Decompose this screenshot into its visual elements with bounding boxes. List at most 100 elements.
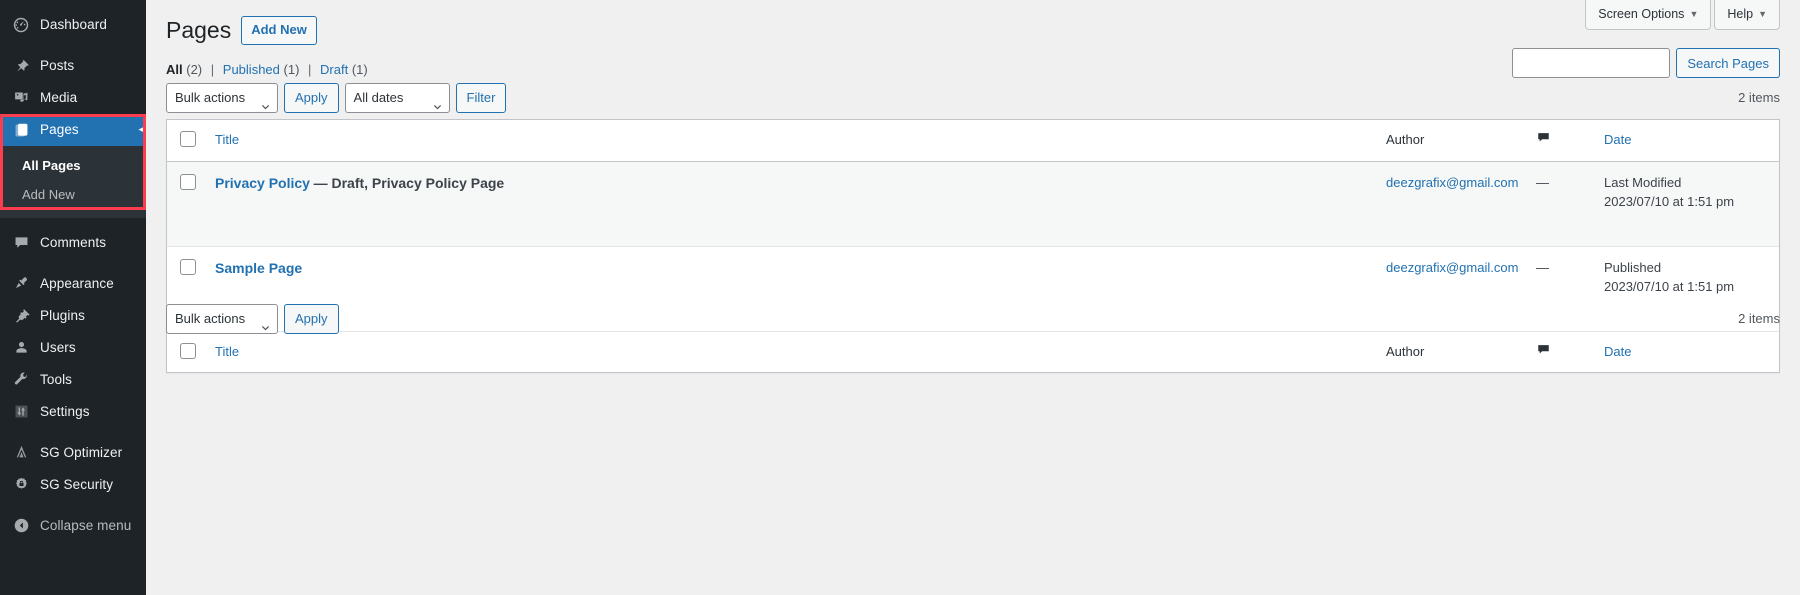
chevron-down-icon: [433, 94, 442, 110]
sidebar-item-plugins[interactable]: Plugins: [0, 300, 146, 332]
user-icon: [11, 338, 31, 358]
column-header-comments: [1526, 120, 1594, 161]
chevron-down-icon: ▼: [1758, 8, 1767, 19]
row-author-cell: deezgrafix@gmail.com: [1376, 161, 1526, 246]
sidebar-item-label: Dashboard: [40, 17, 107, 33]
date-status: Last Modified: [1604, 174, 1682, 190]
status-filter-links: All (2) | Published (1) | Draft (1): [166, 60, 368, 80]
items-count-bottom: 2 items: [1738, 311, 1780, 326]
row-checkbox[interactable]: [180, 173, 196, 190]
sidebar-item-users[interactable]: Users: [0, 332, 146, 364]
column-header-title: Title: [205, 120, 1376, 161]
date-filter-select[interactable]: All dates: [344, 83, 450, 113]
filter-separator: |: [308, 62, 312, 77]
date-filter-label: All dates: [353, 90, 404, 105]
filter-link-draft[interactable]: Draft: [320, 62, 348, 77]
column-footer-title: Title: [205, 331, 1376, 372]
filter-link-published[interactable]: Published: [223, 62, 280, 77]
sidebar-item-tools[interactable]: Tools: [0, 364, 146, 396]
main-content: Screen Options ▼ Help ▼ Pages Add New Al…: [146, 0, 1800, 595]
sort-link-title[interactable]: Title: [215, 132, 239, 147]
bulk-actions-select-bottom[interactable]: Bulk actions: [166, 304, 278, 334]
menu-separator-5: [0, 501, 146, 510]
help-button[interactable]: Help ▼: [1714, 0, 1780, 30]
tablenav-top-actions: Bulk actions Apply All dates Filter: [166, 83, 507, 113]
sort-link-date-footer[interactable]: Date: [1604, 344, 1631, 359]
screen-options-button[interactable]: Screen Options ▼: [1585, 0, 1712, 30]
table-head: Title Author Date: [167, 120, 1779, 161]
sidebar-item-sg-optimizer[interactable]: SG Optimizer: [0, 437, 146, 469]
page-title-link[interactable]: Privacy Policy: [215, 175, 310, 191]
sidebar-item-pages[interactable]: Pages ◂: [0, 114, 146, 146]
sidebar-item-label: Media: [40, 90, 78, 106]
chevron-down-icon: [261, 315, 270, 331]
select-all-checkbox-top[interactable]: [180, 131, 196, 147]
menu-separator-3: [0, 259, 146, 268]
row-date-cell: Last Modified 2023/07/10 at 1:51 pm: [1594, 161, 1779, 246]
tablenav-bottom-actions: Bulk actions Apply: [166, 304, 339, 334]
sg-optimizer-icon: [11, 443, 31, 463]
collapse-menu-label: Collapse menu: [40, 518, 132, 534]
sort-link-date[interactable]: Date: [1604, 132, 1631, 147]
sidebar-item-label: Appearance: [40, 276, 114, 292]
row-title-cell: Privacy Policy — Draft, Privacy Policy P…: [205, 161, 1376, 246]
sidebar-item-label: SG Optimizer: [40, 445, 123, 461]
post-state-label: — Draft, Privacy Policy Page: [313, 174, 505, 191]
date-value: 2023/07/10 at 1:51 pm: [1604, 279, 1735, 294]
sidebar-item-comments[interactable]: Comments: [0, 227, 146, 259]
sidebar-item-settings[interactable]: Settings: [0, 396, 146, 428]
plug-icon: [11, 306, 31, 326]
table-row: Privacy Policy — Draft, Privacy Policy P…: [167, 161, 1779, 246]
sidebar-item-sg-security[interactable]: SG Security: [0, 469, 146, 501]
page-header: Pages Add New: [166, 16, 317, 46]
collapse-arrow-icon: [11, 516, 31, 536]
search-box: Search Pages: [1512, 48, 1780, 78]
sidebar-item-posts[interactable]: Posts: [0, 50, 146, 82]
add-new-button[interactable]: Add New: [241, 16, 317, 46]
column-header-date: Date: [1594, 120, 1779, 161]
search-input[interactable]: [1512, 48, 1671, 78]
select-all-header: [167, 120, 205, 161]
sidebar-item-label: Comments: [40, 235, 107, 251]
sidebar-item-dashboard[interactable]: Dashboard: [0, 9, 146, 41]
filter-count-draft: (1): [351, 62, 368, 77]
filter-separator: |: [210, 62, 215, 77]
bulk-actions-select-top[interactable]: Bulk actions: [166, 83, 278, 113]
filter-count-all: (2): [186, 62, 203, 77]
author-link[interactable]: deezgrafix@gmail.com: [1386, 175, 1518, 190]
sidebar-item-appearance[interactable]: Appearance: [0, 268, 146, 300]
filter-button[interactable]: Filter: [455, 83, 507, 113]
row-checkbox[interactable]: [180, 258, 196, 275]
date-value: 2023/07/10 at 1:51 pm: [1604, 194, 1735, 209]
pages-icon: [11, 120, 31, 140]
apply-button-top[interactable]: Apply: [284, 83, 339, 113]
chevron-down-icon: [261, 94, 270, 110]
select-all-footer: [167, 331, 205, 372]
comment-icon: [11, 233, 31, 253]
sliders-icon: [11, 402, 31, 422]
select-all-checkbox-bottom[interactable]: [180, 342, 196, 359]
page-title-link[interactable]: Sample Page: [215, 260, 302, 276]
items-count-top: 2 items: [1738, 90, 1780, 105]
collapse-menu-button[interactable]: Collapse menu: [0, 510, 146, 542]
filter-link-all[interactable]: All: [166, 62, 183, 77]
sidebar-item-label: Posts: [40, 58, 75, 74]
column-footer-comments: [1526, 331, 1594, 372]
menu-top-spacer: [0, 0, 146, 9]
chevron-left-icon: ◂: [138, 123, 144, 136]
wrench-icon: [11, 370, 31, 390]
comment-icon: [1536, 342, 1551, 363]
tablenav-top: Bulk actions Apply All dates Filter 2 it…: [166, 83, 1780, 113]
sidebar-item-label: Settings: [40, 404, 90, 420]
tablenav-bottom: Bulk actions Apply 2 items: [166, 304, 1780, 334]
submenu-item-all-pages[interactable]: All Pages: [0, 152, 146, 181]
search-pages-button[interactable]: Search Pages: [1676, 48, 1780, 78]
submenu-item-add-new[interactable]: Add New: [0, 181, 146, 210]
sidebar-item-media[interactable]: Media: [0, 82, 146, 114]
apply-button-bottom[interactable]: Apply: [284, 304, 339, 334]
screen-meta-links: Screen Options ▼ Help ▼: [1585, 0, 1780, 30]
menu-separator-2: [0, 218, 146, 227]
sort-link-title-footer[interactable]: Title: [215, 344, 239, 359]
sidebar-item-label: SG Security: [40, 477, 114, 493]
author-link[interactable]: deezgrafix@gmail.com: [1386, 260, 1518, 275]
